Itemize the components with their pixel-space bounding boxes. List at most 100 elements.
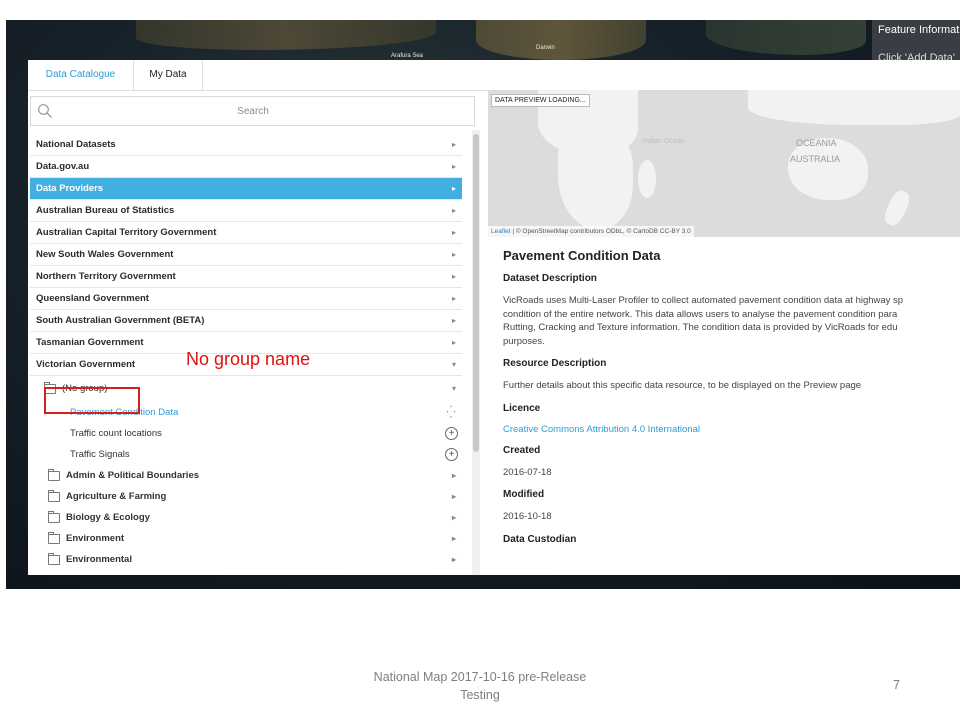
chevron-right-icon: ▸: [451, 471, 456, 480]
data-preview-map[interactable]: Indian Ocean OCEANIA AUSTRALIA DATA PREV…: [488, 90, 960, 237]
chevron-right-icon: ▸: [451, 228, 456, 237]
chevron-right-icon: ▸: [451, 294, 456, 303]
map-landmass: [136, 20, 436, 50]
chevron-right-icon: ▸: [451, 492, 456, 501]
group-label: Agriculture & Farming: [66, 491, 167, 502]
dataset-description-heading: Dataset Description: [503, 273, 597, 284]
folder-icon: [48, 532, 60, 544]
group-label: Environmental: [66, 554, 132, 565]
app-screenshot: Darwin Arafura Sea Feature Informat Clic…: [6, 20, 960, 589]
dataset-title: Pavement Condition Data: [503, 248, 661, 263]
folder-icon: [48, 469, 60, 481]
created-heading: Created: [503, 444, 541, 456]
group-row-agriculture[interactable]: Agriculture & Farming ▸: [30, 486, 462, 507]
feature-information-panel[interactable]: Feature Informat Click 'Add Data': [872, 20, 960, 64]
add-circle-icon[interactable]: +: [445, 448, 458, 461]
dataset-label: Traffic Signals: [70, 449, 130, 460]
add-circle-icon[interactable]: +: [445, 427, 458, 440]
chevron-down-icon: ▾: [451, 360, 456, 369]
chevron-right-icon: ▸: [451, 250, 456, 259]
tab-data-catalogue[interactable]: Data Catalogue: [28, 60, 134, 90]
modal-tabs: Data Catalogue My Data: [28, 60, 960, 91]
row-label: Victorian Government: [36, 359, 136, 370]
modified-heading: Modified: [503, 489, 545, 500]
group-label: Biology & Ecology: [66, 512, 150, 523]
slide-footer: National Map 2017-10-16 pre-Release Test…: [340, 668, 620, 704]
chevron-right-icon: ▸: [451, 162, 456, 171]
details-panel: Indian Ocean OCEANIA AUSTRALIA DATA PREV…: [488, 90, 960, 575]
chevron-right-icon: ▸: [451, 272, 456, 281]
dataset-description-line: VicRoads uses Multi-Laser Profiler to co…: [503, 295, 904, 306]
folder-icon: [48, 511, 60, 523]
preview-loading-status: DATA PREVIEW LOADING...: [491, 94, 590, 107]
chevron-right-icon: ▸: [451, 338, 456, 347]
dataset-details: Pavement Condition Data Dataset Descript…: [503, 248, 960, 545]
group-row-environment[interactable]: Environment ▸: [30, 528, 462, 549]
catalogue-row-data-providers[interactable]: Data Providers ▸: [30, 178, 462, 200]
attribution-text: | © OpenStreetMap contributors ODbL, © C…: [512, 228, 691, 235]
loading-spinner-icon: ⁛: [446, 405, 456, 419]
catalogue-row-national-datasets[interactable]: National Datasets ▸: [30, 134, 462, 156]
catalogue-row-abs[interactable]: Australian Bureau of Statistics ▸: [30, 200, 462, 222]
chevron-right-icon: ▸: [451, 513, 456, 522]
resource-description: Further details about this specific data…: [503, 380, 862, 391]
search-icon: [38, 104, 52, 118]
dataset-description: VicRoads uses Multi-Laser Profiler to co…: [503, 294, 960, 348]
chevron-right-icon: ▸: [451, 184, 456, 193]
feature-info-title: Feature Informat: [878, 24, 960, 36]
catalogue-scrollbar-thumb[interactable]: [473, 134, 479, 452]
dataset-description-line: condition of the entire network. This da…: [503, 308, 898, 320]
row-label: Tasmanian Government: [36, 337, 144, 348]
row-label: Australian Bureau of Statistics: [36, 205, 175, 216]
annotation-highlight-box: [44, 387, 140, 414]
chevron-right-icon: ▸: [451, 534, 456, 543]
catalogue-row-act-government[interactable]: Australian Capital Territory Government …: [30, 222, 462, 244]
dataset-description-line: Rutting, Cracking and Texture informatio…: [503, 322, 898, 333]
preview-region-label: OCEANIA: [796, 138, 837, 148]
map-label-darwin: Darwin: [536, 45, 555, 51]
data-catalogue-modal: Data Catalogue My Data National Datasets…: [28, 60, 960, 575]
map-label-sea: Arafura Sea: [391, 53, 424, 59]
dataset-row-traffic-signals[interactable]: Traffic Signals +: [30, 444, 462, 465]
group-row-biology[interactable]: Biology & Ecology ▸: [30, 507, 462, 528]
chevron-right-icon: ▸: [451, 555, 456, 564]
map-attribution: Leaflet | © OpenStreetMap contributors O…: [488, 226, 694, 237]
tab-my-data[interactable]: My Data: [134, 60, 203, 90]
row-label: Data Providers: [36, 183, 104, 194]
preview-ocean-label: Indian Ocean: [643, 138, 685, 145]
search-input[interactable]: [61, 100, 445, 122]
chevron-right-icon: ▸: [451, 140, 456, 149]
catalogue-row-nt-government[interactable]: Northern Territory Government ▸: [30, 266, 462, 288]
folder-icon: [48, 553, 60, 565]
preview-landmass: [748, 90, 960, 125]
chevron-down-icon: ▾: [451, 384, 456, 393]
annotation-no-group-name: No group name: [186, 349, 311, 369]
search-box: [30, 96, 475, 126]
licence-link[interactable]: Creative Commons Attribution 4.0 Interna…: [503, 424, 960, 435]
catalogue-row-data-gov-au[interactable]: Data.gov.au ▸: [30, 156, 462, 178]
footer-line: National Map 2017-10-16 pre-Release: [373, 670, 587, 684]
created-date: 2016-07-18: [503, 466, 552, 478]
catalogue-row-sa-government[interactable]: South Australian Government (BETA) ▸: [30, 310, 462, 332]
catalogue-row-qld-government[interactable]: Queensland Government ▸: [30, 288, 462, 310]
catalogue-row-nsw-government[interactable]: New South Wales Government ▸: [30, 244, 462, 266]
group-row-environmental[interactable]: Environmental ▸: [30, 549, 462, 570]
map-landmass: [476, 20, 646, 60]
row-label: New South Wales Government: [36, 249, 174, 260]
dataset-label: Traffic count locations: [70, 428, 162, 439]
slide-page-number: 7: [893, 678, 900, 692]
chevron-right-icon: ▸: [451, 206, 456, 215]
group-row-admin-boundaries[interactable]: Admin & Political Boundaries ▸: [30, 465, 462, 486]
row-label: South Australian Government (BETA): [36, 315, 205, 326]
licence-heading: Licence: [503, 402, 541, 414]
preview-landmass: [638, 160, 656, 198]
chevron-right-icon: ▸: [451, 316, 456, 325]
row-label: Northern Territory Government: [36, 271, 176, 282]
catalogue-panel: National Datasets ▸ Data.gov.au ▸ Data P…: [28, 90, 480, 575]
row-label: Australian Capital Territory Government: [36, 227, 217, 238]
footer-line: Testing: [460, 688, 500, 702]
row-label: National Datasets: [36, 139, 116, 150]
leaflet-link[interactable]: Leaflet: [491, 228, 511, 235]
row-label: Queensland Government: [36, 293, 149, 304]
dataset-row-traffic-count[interactable]: Traffic count locations +: [30, 423, 462, 444]
